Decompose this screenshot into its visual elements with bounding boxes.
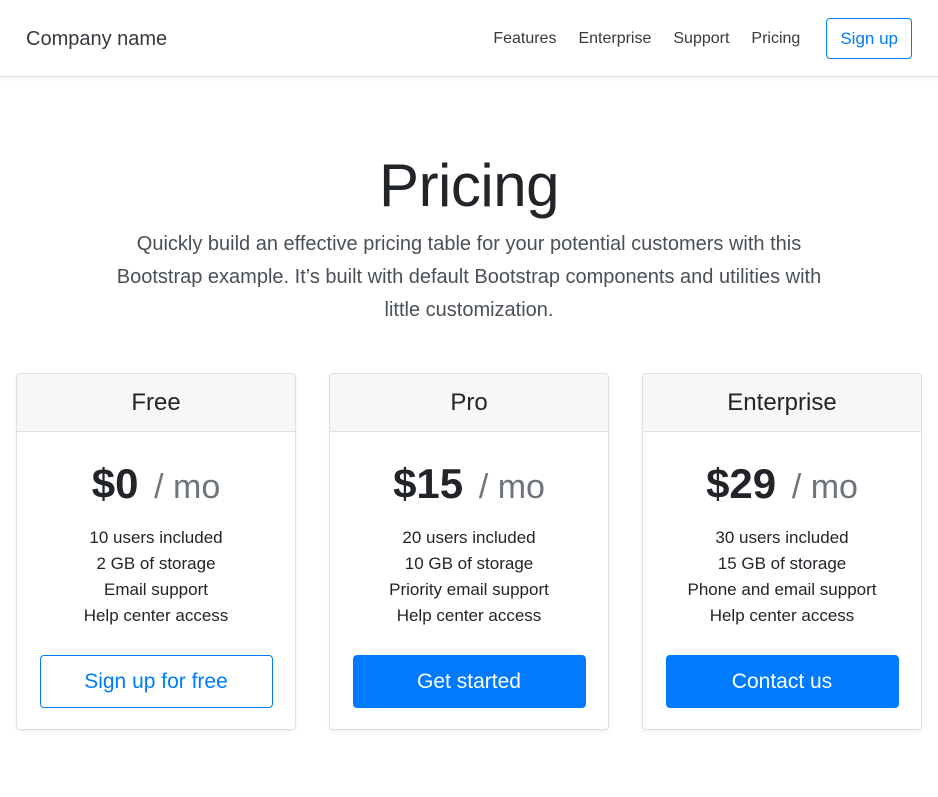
feature-item: Priority email support <box>389 580 549 599</box>
price-period: / mo <box>791 468 858 506</box>
navbar: Company name Features Enterprise Support… <box>0 0 938 77</box>
plan-price: $15 / mo <box>352 456 586 515</box>
plan-card-enterprise: Enterprise $29 / mo 30 users included 15… <box>642 373 922 730</box>
feature-item: 30 users included <box>715 528 849 547</box>
plan-body: $15 / mo 20 users included 10 GB of stor… <box>330 432 608 708</box>
price-amount: $15 <box>393 460 464 507</box>
get-started-button[interactable]: Get started <box>352 655 586 708</box>
price-amount: $29 <box>706 460 777 507</box>
page-title: Pricing <box>379 152 559 219</box>
brand-name[interactable]: Company name <box>26 26 167 52</box>
plan-name: Free <box>17 374 295 432</box>
plan-name: Enterprise <box>643 374 921 432</box>
plan-name: Pro <box>330 374 608 432</box>
feature-item: 15 GB of storage <box>717 554 847 573</box>
plan-price: $0 / mo <box>39 456 273 515</box>
feature-item: Help center access <box>709 606 855 625</box>
pricing-cards: Free $0 / mo 10 users included 2 GB of s… <box>16 373 922 730</box>
feature-list: 10 users included 2 GB of storage Email … <box>39 525 273 629</box>
nav-link-features[interactable]: Features <box>493 27 556 51</box>
plan-body: $29 / mo 30 users included 15 GB of stor… <box>643 432 921 708</box>
nav-link-pricing[interactable]: Pricing <box>751 27 800 51</box>
feature-item: 20 users included <box>402 528 536 547</box>
lead-text: Quickly build an effective pricing table… <box>116 233 822 321</box>
contact-us-button[interactable]: Contact us <box>665 655 899 708</box>
feature-item: 10 users included <box>89 528 223 547</box>
nav-link-support[interactable]: Support <box>673 27 729 51</box>
price-period: / mo <box>154 468 221 506</box>
feature-list: 30 users included 15 GB of storage Phone… <box>665 525 899 629</box>
pricing-header: Pricing Quickly build an effective prici… <box>0 150 938 327</box>
feature-item: Help center access <box>396 606 542 625</box>
sign-up-button[interactable]: Sign up <box>826 18 912 59</box>
feature-item: Email support <box>104 580 208 599</box>
feature-item: 2 GB of storage <box>96 554 216 573</box>
feature-item: Phone and email support <box>687 580 877 599</box>
plan-card-free: Free $0 / mo 10 users included 2 GB of s… <box>16 373 296 730</box>
feature-item: 10 GB of storage <box>404 554 534 573</box>
plan-card-pro: Pro $15 / mo 20 users included 10 GB of … <box>329 373 609 730</box>
price-amount: $0 <box>91 460 139 507</box>
feature-list: 20 users included 10 GB of storage Prior… <box>352 525 586 629</box>
nav-link-enterprise[interactable]: Enterprise <box>578 27 651 51</box>
plan-body: $0 / mo 10 users included 2 GB of storag… <box>17 432 295 708</box>
feature-item: Help center access <box>83 606 229 625</box>
sign-up-for-free-button[interactable]: Sign up for free <box>39 655 273 708</box>
plan-price: $29 / mo <box>665 456 899 515</box>
price-period: / mo <box>478 468 545 506</box>
nav-menu: Features Enterprise Support Pricing Sign… <box>493 18 912 59</box>
